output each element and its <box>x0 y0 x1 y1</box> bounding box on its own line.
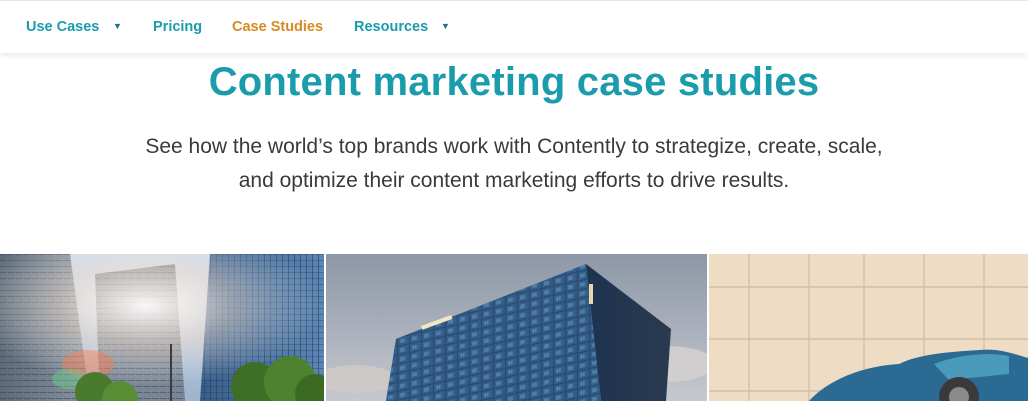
nav-use-cases[interactable]: Use Cases <box>26 19 99 35</box>
nav-resources[interactable]: Resources <box>354 19 428 35</box>
subtitle-line-2: and optimize their content marketing eff… <box>238 169 790 192</box>
page-subtitle: See how the world’s top brands work with… <box>0 130 1028 198</box>
office-towers-photo <box>0 254 324 401</box>
nav-pricing[interactable]: Pricing <box>153 19 202 35</box>
use-cases-dropdown-caret-icon[interactable]: ▼ <box>113 21 122 31</box>
case-study-card-3[interactable] <box>709 254 1028 401</box>
resources-dropdown-caret-icon[interactable]: ▼ <box>441 21 450 31</box>
glass-building-photo <box>326 254 707 401</box>
page-title: Content marketing case studies <box>208 60 820 104</box>
subtitle-line-1: See how the world’s top brands work with… <box>145 135 883 158</box>
illustration-car <box>709 254 1028 401</box>
top-navigation: Use Cases ▼ Pricing Case Studies Resourc… <box>0 0 1028 53</box>
case-study-card-1[interactable] <box>0 254 324 401</box>
case-study-card-2[interactable] <box>326 254 707 401</box>
nav-case-studies[interactable]: Case Studies <box>232 19 323 35</box>
